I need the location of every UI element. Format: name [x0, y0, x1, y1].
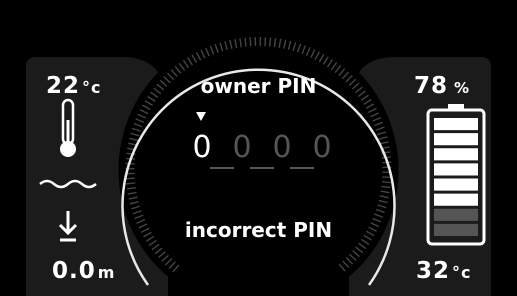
dial-tick	[244, 37, 247, 47]
battery-cell	[434, 193, 478, 206]
pin-title: owner PIN	[200, 74, 317, 98]
battery-cell	[434, 118, 478, 131]
pin-digit-1[interactable]: 0	[191, 130, 213, 165]
device-temperature-readout: 32 °c	[416, 258, 472, 284]
dial-tick	[125, 177, 135, 180]
pin-underline-3	[250, 167, 274, 169]
depth-value: 0.0	[52, 258, 96, 284]
pin-digit-4[interactable]: 0	[311, 130, 333, 165]
depth-unit: m	[97, 263, 116, 282]
dive-display: 22 °c 0.0 m 78% 32 °c owner PIN 0 0 0 0 inc…	[0, 0, 517, 296]
device-temperature-value: 32	[416, 258, 451, 284]
dial-tick	[381, 180, 391, 184]
pin-underline-2	[210, 167, 234, 169]
battery-cell	[434, 178, 478, 191]
dial-tick	[382, 176, 392, 179]
dial-tick	[249, 37, 252, 47]
device-temperature-unit: °c	[452, 263, 472, 282]
battery-cell	[434, 163, 478, 176]
pin-underline-4	[290, 167, 314, 169]
dial-tick	[269, 37, 272, 47]
battery-cell	[434, 133, 478, 146]
pin-digit-3[interactable]: 0	[271, 130, 293, 165]
depth-readout: 0.0 m	[52, 258, 115, 284]
display-frame	[26, 30, 491, 296]
dial-tick	[126, 182, 136, 185]
pin-digit-2[interactable]: 0	[231, 130, 253, 165]
battery-cell	[434, 148, 478, 161]
pin-status-message: incorrect PIN	[184, 218, 333, 242]
